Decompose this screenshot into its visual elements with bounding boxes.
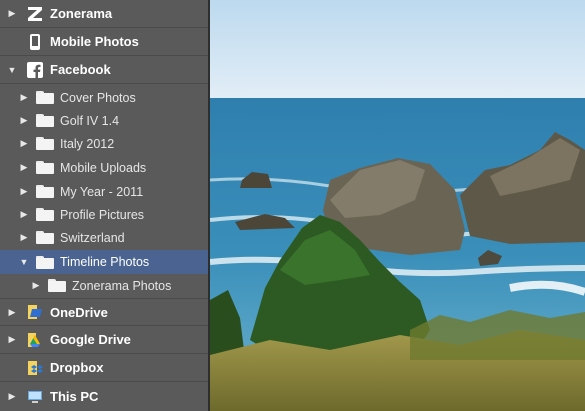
dropbox-icon	[26, 359, 44, 377]
sidebar-item-google-drive[interactable]: ▶ Google Drive	[0, 326, 208, 354]
computer-icon	[26, 387, 44, 405]
sidebar-item-facebook[interactable]: ▼ Facebook	[0, 56, 208, 84]
folder-icon	[36, 91, 54, 104]
sidebar-item-label: Facebook	[50, 62, 111, 77]
folder-label: Mobile Uploads	[60, 160, 147, 175]
folder-zonerama-photos[interactable]: ▶ Zonerama Photos	[0, 274, 208, 297]
folder-my-year-2011[interactable]: ▶ My Year - 2011	[0, 180, 208, 203]
mobile-phone-icon	[26, 33, 44, 51]
chevron-right-icon[interactable]: ▶	[19, 186, 29, 197]
folder-label: Timeline Photos	[60, 255, 150, 269]
facebook-icon	[26, 61, 44, 79]
folder-label: Cover Photos	[60, 90, 136, 105]
zonerama-icon	[26, 5, 44, 23]
chevron-right-icon[interactable]: ▶	[7, 334, 17, 345]
chevron-right-icon[interactable]: ▶	[7, 391, 17, 402]
chevron-down-icon[interactable]: ▼	[7, 65, 17, 75]
folder-golf[interactable]: ▶ Golf IV 1.4	[0, 109, 208, 132]
sidebar-item-zonerama[interactable]: ▶ Zonerama	[0, 0, 208, 28]
chevron-down-icon[interactable]: ▼	[19, 257, 29, 267]
folder-italy-2012[interactable]: ▶ Italy 2012	[0, 132, 208, 155]
folder-label: Golf IV 1.4	[60, 113, 120, 128]
sidebar-item-label: Google Drive	[50, 332, 131, 347]
folder-icon	[36, 185, 54, 198]
sidebar-item-label: Mobile Photos	[50, 34, 139, 49]
sidebar: ▶ Zonerama Mobile Photos ▼ Facebook ▶ Co	[0, 0, 208, 411]
folder-label: Zonerama Photos	[72, 278, 172, 293]
chevron-right-icon[interactable]: ▶	[19, 162, 29, 173]
folder-label: My Year - 2011	[60, 184, 144, 199]
google-drive-icon	[26, 331, 44, 349]
photo-icon	[210, 0, 585, 411]
sidebar-item-onedrive[interactable]: ▶ OneDrive	[0, 298, 208, 326]
folder-profile-pictures[interactable]: ▶ Profile Pictures	[0, 203, 208, 226]
sidebar-item-label: This PC	[50, 388, 99, 404]
folder-icon	[48, 279, 66, 292]
chevron-right-icon[interactable]: ▶	[7, 8, 17, 19]
folder-icon	[36, 161, 54, 174]
folder-icon	[36, 137, 54, 150]
sidebar-item-mobile-photos[interactable]: Mobile Photos	[0, 28, 208, 56]
onedrive-icon	[26, 303, 44, 321]
folder-icon	[36, 231, 54, 244]
folder-switzerland[interactable]: ▶ Switzerland	[0, 226, 208, 249]
folder-label: Profile Pictures	[60, 207, 145, 222]
photo-preview[interactable]	[210, 0, 585, 411]
app-window: ▶ Zonerama Mobile Photos ▼ Facebook ▶ Co	[0, 0, 585, 411]
chevron-right-icon[interactable]: ▶	[19, 115, 29, 126]
folder-cover-photos[interactable]: ▶ Cover Photos	[0, 86, 208, 109]
sidebar-item-this-pc[interactable]: ▶ This PC	[0, 382, 208, 410]
folder-mobile-uploads[interactable]: ▶ Mobile Uploads	[0, 156, 208, 179]
chevron-right-icon[interactable]: ▶	[19, 92, 29, 103]
sidebar-item-dropbox[interactable]: Dropbox	[0, 354, 208, 382]
chevron-right-icon[interactable]: ▶	[19, 209, 29, 220]
chevron-right-icon[interactable]: ▶	[31, 280, 41, 291]
sidebar-item-label: Dropbox	[50, 360, 104, 375]
folder-label: Italy 2012	[60, 136, 115, 151]
sidebar-item-label: Zonerama	[50, 6, 113, 21]
folder-label: Switzerland	[60, 230, 125, 245]
folder-icon	[36, 255, 54, 269]
folder-icon	[36, 208, 54, 221]
chevron-right-icon[interactable]: ▶	[7, 307, 17, 318]
sidebar-item-label: OneDrive	[50, 304, 108, 320]
chevron-right-icon[interactable]: ▶	[19, 232, 29, 243]
folder-icon	[36, 114, 54, 127]
chevron-right-icon[interactable]: ▶	[19, 138, 29, 149]
folder-timeline-photos[interactable]: ▼ Timeline Photos	[0, 250, 208, 274]
